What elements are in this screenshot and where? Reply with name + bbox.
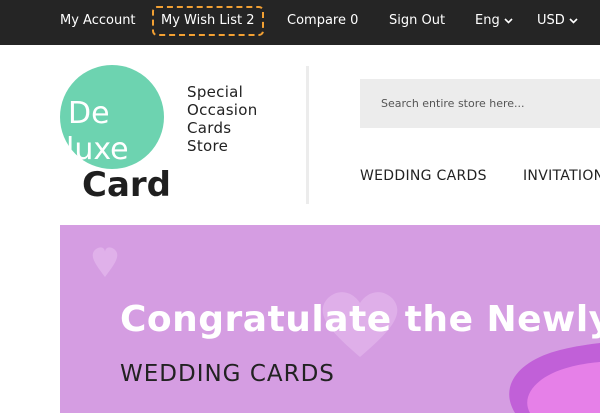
search-input[interactable] bbox=[360, 79, 590, 128]
store-name: Special Occasion Cards Store bbox=[187, 83, 258, 155]
store-name-line: Occasion bbox=[187, 101, 258, 119]
chevron-down-icon bbox=[569, 17, 578, 24]
chevron-down-icon bbox=[504, 17, 513, 24]
site-logo[interactable]: De luxe Card bbox=[60, 65, 180, 205]
store-name-line: Special bbox=[187, 83, 244, 101]
currency-switcher[interactable]: USD bbox=[537, 0, 578, 45]
wish-list-link[interactable]: My Wish List 2 bbox=[152, 6, 264, 36]
logo-text-de: De bbox=[68, 96, 110, 131]
search-box bbox=[360, 79, 600, 128]
logo-text-card: Card bbox=[82, 165, 171, 205]
sign-out-link[interactable]: Sign Out bbox=[389, 0, 445, 45]
top-bar: My Account My Wish List 2 Compare 0 Sign… bbox=[0, 0, 600, 45]
banner-subtitle: WEDDING CARDS bbox=[120, 361, 335, 387]
nav-item-wedding-cards[interactable]: WEDDING CARDS bbox=[360, 168, 487, 184]
hero-banner[interactable]: Congratulate the Newly- WEDDING CARDS bbox=[60, 225, 600, 413]
my-account-link[interactable]: My Account bbox=[60, 0, 136, 45]
logo-graphic: De luxe Card bbox=[60, 65, 171, 205]
banner-title: Congratulate the Newly- bbox=[120, 299, 600, 340]
heart-icon bbox=[92, 247, 118, 277]
language-label: Eng bbox=[475, 13, 500, 28]
store-name-line: Store bbox=[187, 137, 229, 155]
compare-link[interactable]: Compare 0 bbox=[287, 0, 358, 45]
header-divider bbox=[306, 66, 309, 204]
logo-text-luxe: luxe bbox=[66, 132, 129, 167]
currency-label: USD bbox=[537, 13, 565, 28]
language-switcher[interactable]: Eng bbox=[475, 0, 513, 45]
nav-item-invitation[interactable]: INVITATION bbox=[523, 168, 600, 184]
store-name-line: Cards bbox=[187, 119, 232, 137]
